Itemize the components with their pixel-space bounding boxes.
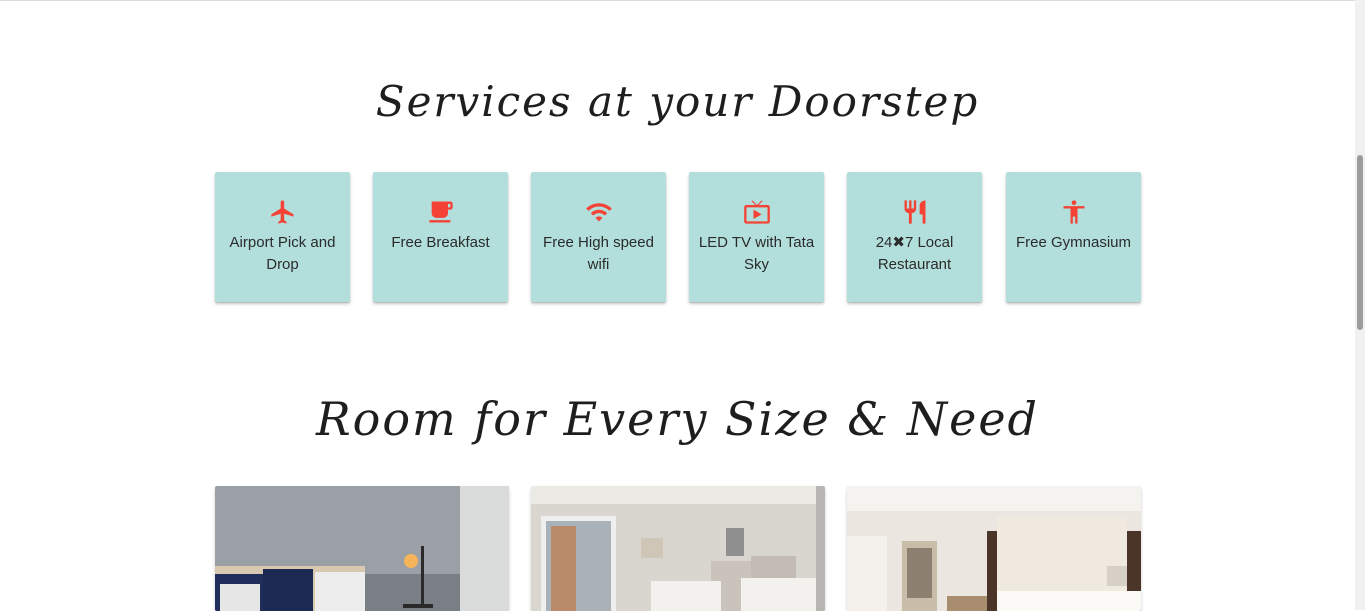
room-card-1[interactable]	[215, 486, 509, 611]
airplane-icon	[269, 198, 297, 226]
gymnasium-icon	[1060, 198, 1088, 226]
service-card-restaurant[interactable]: 24✖7 Local Restaurant	[847, 172, 982, 302]
service-label: Free Breakfast	[391, 234, 490, 251]
rooms-heading: Room for Every Size & Need	[316, 391, 1039, 446]
services-heading: Services at your Doorstep	[375, 77, 980, 127]
service-label: Free Gymnasium	[1015, 234, 1132, 251]
vertical-scrollbar[interactable]	[1355, 0, 1365, 610]
service-label: 24✖7 Local Restaurant	[875, 234, 954, 273]
page: Services at your Doorstep Airport Pick a…	[0, 0, 1355, 611]
service-card-airport[interactable]: Airport Pick and Drop	[215, 172, 350, 302]
services-grid: Airport Pick and Drop Free Breakfast Fre…	[215, 172, 1141, 302]
bedroom-lamp-photo	[215, 486, 509, 611]
luxury-bedroom-photo	[847, 486, 1141, 611]
service-label: Free High speed wifi	[543, 234, 654, 273]
room-card-2[interactable]	[531, 486, 825, 611]
service-card-gymnasium[interactable]: Free Gymnasium	[1006, 172, 1141, 302]
scrollbar-thumb[interactable]	[1357, 155, 1363, 330]
service-card-wifi[interactable]: Free High speed wifi	[531, 172, 666, 302]
service-label: LED TV with Tata Sky	[698, 234, 815, 273]
twin-bed-room-photo	[531, 486, 825, 611]
service-card-breakfast[interactable]: Free Breakfast	[373, 172, 508, 302]
tv-icon	[743, 198, 771, 226]
room-card-3[interactable]	[847, 486, 1141, 611]
wifi-icon	[585, 198, 613, 226]
rooms-grid	[215, 486, 1141, 611]
service-card-tv[interactable]: LED TV with Tata Sky	[689, 172, 824, 302]
restaurant-icon	[901, 198, 929, 226]
coffee-cup-icon	[427, 198, 455, 226]
service-label: Airport Pick and Drop	[229, 234, 336, 273]
